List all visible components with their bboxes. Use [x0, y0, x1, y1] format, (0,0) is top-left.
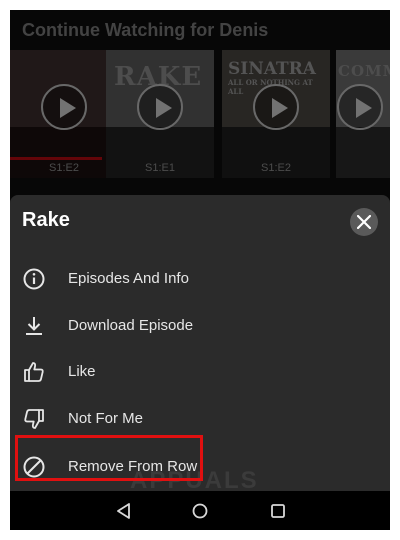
home-icon[interactable] [190, 501, 210, 521]
menu-item-label: Like [68, 363, 96, 380]
close-icon [357, 215, 371, 229]
menu-item-label: Download Episode [68, 317, 194, 334]
system-nav-bar [10, 491, 390, 530]
download-icon [26, 317, 42, 335]
menu-item-download[interactable]: Download Episode [10, 304, 390, 348]
back-icon[interactable] [114, 501, 134, 521]
recents-icon[interactable] [268, 501, 288, 521]
close-button[interactable] [350, 208, 378, 236]
menu-item-not-for-me[interactable]: Not For Me [10, 397, 390, 441]
menu-item-like[interactable]: Like [10, 350, 390, 394]
sheet-title: Rake [22, 209, 70, 231]
block-icon [23, 456, 45, 478]
dim-overlay [10, 10, 390, 200]
options-sheet: Rake Episodes And Info Download Episode … [10, 195, 390, 494]
app-screen: Continue Watching for Denis S1:E2 RAKE S… [10, 10, 390, 530]
menu-item-label: Not For Me [68, 410, 144, 427]
thumbs-down-icon [24, 409, 44, 429]
menu-item-episodes-info[interactable]: Episodes And Info [10, 257, 390, 301]
info-icon [23, 268, 45, 290]
thumbs-up-icon [24, 362, 44, 382]
menu-item-label: Episodes And Info [68, 270, 189, 287]
